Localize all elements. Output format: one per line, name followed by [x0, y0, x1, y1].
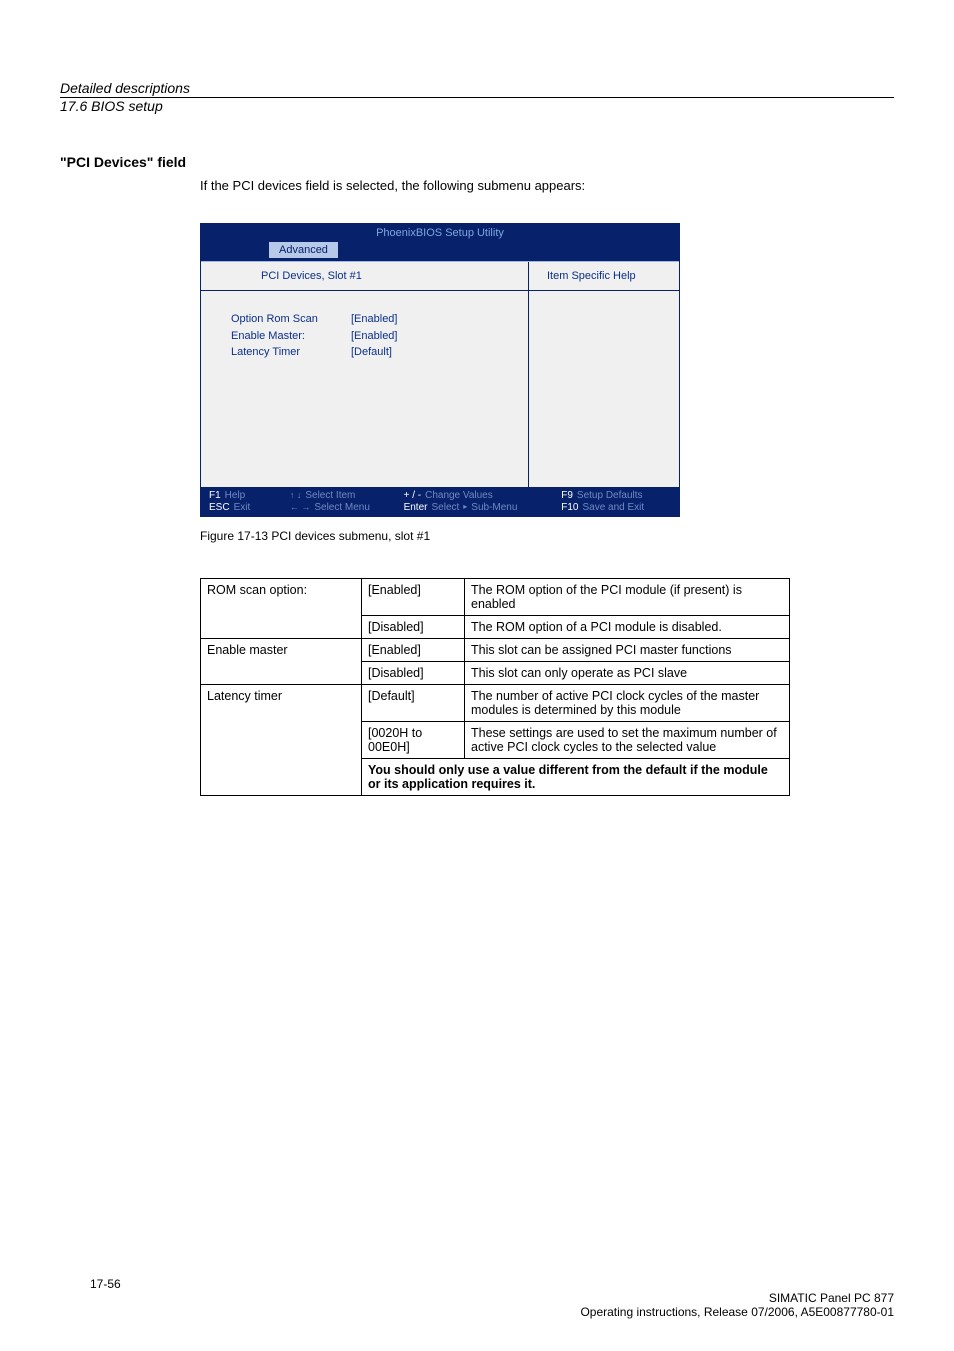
bios-footer-col: F9 Setup Defaults F10 Save and Exit	[559, 490, 673, 513]
leftright-icon: ← →	[290, 502, 311, 513]
table-row: Enable master [Enabled] This slot can be…	[201, 639, 790, 662]
triangle-icon: ▸	[463, 502, 467, 513]
bios-setting-value: [Default]	[351, 344, 392, 361]
header-subtitle: 17.6 BIOS setup	[60, 98, 894, 114]
table-cell-desc: This slot can only operate as PCI slave	[465, 662, 790, 685]
bios-footer-desc: Change Values	[425, 490, 493, 501]
bios-left-header: PCI Devices, Slot #1	[201, 262, 528, 291]
table-cell-name: Latency timer	[201, 685, 362, 796]
bios-window: PhoenixBIOS Setup Utility Advanced PCI D…	[200, 223, 680, 517]
figure-caption: Figure 17-13 PCI devices submenu, slot #…	[200, 529, 894, 543]
table-cell-desc: The number of active PCI clock cycles of…	[465, 685, 790, 722]
table-cell-name: ROM scan option:	[201, 579, 362, 639]
bios-setting-label: Latency Timer	[231, 344, 351, 361]
bios-settings: Option Rom Scan [Enabled] Enable Master:…	[201, 291, 528, 441]
bios-footer-desc: Help	[225, 490, 246, 501]
table-cell-value: [Enabled]	[362, 579, 465, 616]
document-page: Detailed descriptions 17.6 BIOS setup "P…	[0, 0, 954, 1351]
bios-setting-row: Enable Master: [Enabled]	[231, 328, 508, 345]
bios-footer-desc: Sub-Menu	[471, 502, 517, 513]
bios-menu-advanced: Advanced	[269, 242, 338, 258]
header-title: Detailed descriptions	[60, 80, 894, 98]
footer-docinfo: Operating instructions, Release 07/2006,…	[580, 1305, 894, 1319]
bios-footer-col: ↑ ↓Select Item ← →Select Menu	[288, 490, 402, 513]
bios-footer-key: + / -	[404, 490, 422, 501]
page-header: Detailed descriptions 17.6 BIOS setup	[60, 80, 894, 114]
footer-right: SIMATIC Panel PC 877 Operating instructi…	[580, 1291, 894, 1319]
bios-setting-row: Latency Timer [Default]	[231, 344, 508, 361]
bios-footer-key: F1	[209, 490, 221, 501]
bios-setting-value: [Enabled]	[351, 311, 397, 328]
updown-icon: ↑ ↓	[290, 490, 302, 501]
bios-help-body	[529, 291, 679, 487]
description-table: ROM scan option: [Enabled] The ROM optio…	[200, 578, 790, 796]
bios-footer-col: F1 Help ESC Exit	[207, 490, 288, 513]
bios-body: PCI Devices, Slot #1 Option Rom Scan [En…	[201, 261, 679, 487]
footer-product: SIMATIC Panel PC 877	[580, 1291, 894, 1305]
table-cell-value: [Default]	[362, 685, 465, 722]
bios-right-panel: Item Specific Help	[529, 262, 679, 487]
bios-footer-key: F9	[561, 490, 573, 501]
bios-title: PhoenixBIOS Setup Utility	[201, 224, 679, 242]
bios-setting-value: [Enabled]	[351, 328, 397, 345]
table-row: ROM scan option: [Enabled] The ROM optio…	[201, 579, 790, 616]
bios-setting-label: Enable Master:	[231, 328, 351, 345]
bios-setting-row: Option Rom Scan [Enabled]	[231, 311, 508, 328]
footer-pagenum: 17-56	[90, 1277, 121, 1291]
table-cell-desc: This slot can be assigned PCI master fun…	[465, 639, 790, 662]
bios-menu-bar: Advanced	[201, 242, 679, 261]
bios-footer-desc: Exit	[234, 502, 251, 513]
table-cell-value: [Enabled]	[362, 639, 465, 662]
table-cell-value: [Disabled]	[362, 616, 465, 639]
bios-screenshot: PhoenixBIOS Setup Utility Advanced PCI D…	[200, 223, 680, 517]
table-cell-desc: These settings are used to set the maxim…	[465, 722, 790, 759]
bios-footer-desc: Save and Exit	[582, 502, 644, 513]
bios-footer-key: Enter	[404, 502, 428, 513]
table-cell-value: [Disabled]	[362, 662, 465, 685]
table-cell-desc: The ROM option of a PCI module is disabl…	[465, 616, 790, 639]
table-note: You should only use a value different fr…	[362, 759, 790, 796]
bios-footer-col: + / -Change Values EnterSelect ▸ Sub-Menu	[402, 490, 560, 513]
section-heading: "PCI Devices" field	[60, 154, 894, 170]
table-cell-name: Enable master	[201, 639, 362, 685]
bios-footer-desc: Select Item	[305, 490, 355, 501]
bios-footer-key: F10	[561, 502, 578, 513]
bios-footer-desc: Select	[431, 502, 459, 513]
table-row: Latency timer [Default] The number of ac…	[201, 685, 790, 722]
section-intro: If the PCI devices field is selected, th…	[200, 178, 894, 193]
table-cell-value: [0020H to 00E0H]	[362, 722, 465, 759]
bios-footer-desc: Select Menu	[314, 502, 370, 513]
bios-footer: F1 Help ESC Exit ↑ ↓Select Item ← →Select …	[201, 487, 679, 516]
bios-setting-label: Option Rom Scan	[231, 311, 351, 328]
bios-footer-desc: Setup Defaults	[577, 490, 643, 501]
bios-footer-key: ESC	[209, 502, 230, 513]
table-cell-desc: The ROM option of the PCI module (if pre…	[465, 579, 790, 616]
bios-left-panel: PCI Devices, Slot #1 Option Rom Scan [En…	[201, 262, 529, 487]
bios-right-header: Item Specific Help	[529, 262, 679, 291]
